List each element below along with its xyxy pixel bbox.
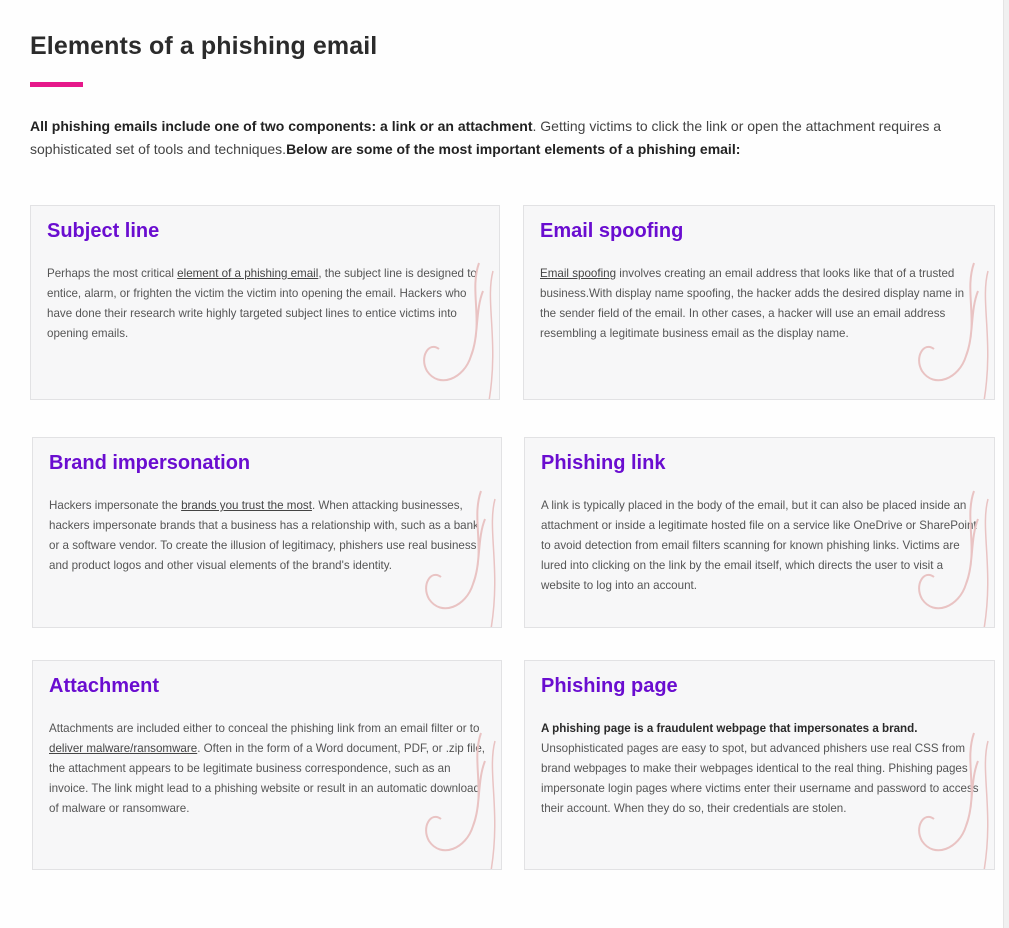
page-title: Elements of a phishing email xyxy=(30,32,378,60)
card-title: Subject line xyxy=(47,220,160,242)
element-of-phishing-email-link[interactable]: element of a phishing email xyxy=(177,267,318,280)
intro-bold-lead: All phishing emails include one of two c… xyxy=(30,118,533,134)
card-title: Attachment xyxy=(49,675,160,697)
fishing-hook-icon xyxy=(423,262,494,399)
intro-bold-tail: Below are some of the most important ele… xyxy=(286,141,741,157)
page-edge xyxy=(1004,0,1009,928)
intro-paragraph: All phishing emails include one of two c… xyxy=(30,115,980,161)
article-page: Elements of a phishing email All phishin… xyxy=(0,0,1004,928)
card-email-spoofing: Email spoofing Email spoofing involves c… xyxy=(523,205,995,400)
email-spoofing-link[interactable]: Email spoofing xyxy=(540,267,616,280)
card-title: Phishing page xyxy=(541,675,678,697)
card-title: Brand impersonation xyxy=(49,452,251,474)
title-accent-bar xyxy=(30,82,83,87)
fishing-hook-icon xyxy=(425,732,496,869)
fishing-hook-icon xyxy=(918,732,989,869)
card-subject-line: Subject line Perhaps the most critical e… xyxy=(30,205,500,400)
card-title: Phishing link xyxy=(541,452,666,474)
fishing-hook-icon xyxy=(918,262,989,399)
brands-you-trust-link[interactable]: brands you trust the most xyxy=(181,499,312,512)
fishing-hook-icon xyxy=(918,490,989,627)
card-attachment: Attachment Attachments are included eith… xyxy=(32,660,502,870)
card-phishing-link: Phishing link A link is typically placed… xyxy=(524,437,995,628)
card-brand-impersonation: Brand impersonation Hackers impersonate … xyxy=(32,437,502,628)
card-title: Email spoofing xyxy=(540,220,684,242)
fishing-hook-icon xyxy=(425,490,496,627)
deliver-malware-link[interactable]: deliver malware/ransomware xyxy=(49,742,197,755)
card-body-bold: A phishing page is a fraudulent webpage … xyxy=(541,722,918,735)
card-phishing-page: Phishing page A phishing page is a fraud… xyxy=(524,660,995,870)
